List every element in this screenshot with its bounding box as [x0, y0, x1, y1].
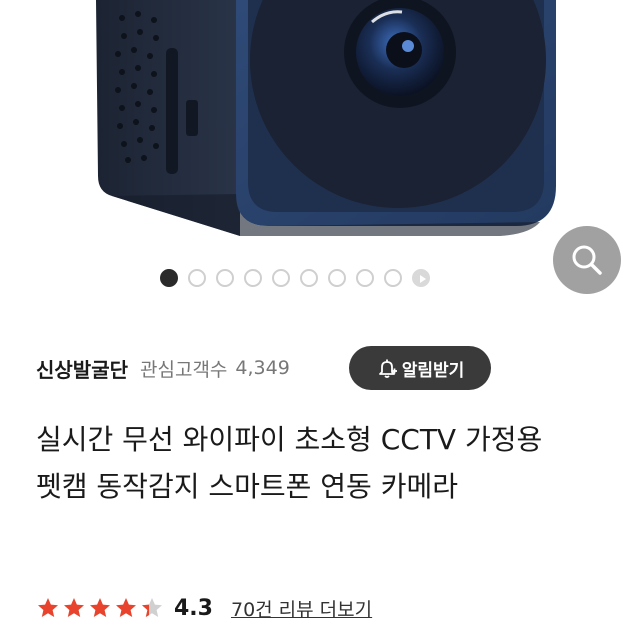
review-link[interactable]: 70건 리뷰 더보기 — [231, 595, 372, 622]
camera-illustration — [96, 0, 556, 236]
carousel-indicator — [160, 266, 430, 290]
carousel-dot[interactable] — [356, 269, 374, 287]
carousel-dot-video-play-icon[interactable] — [412, 269, 430, 287]
seller-name[interactable]: 신상발굴단 — [36, 354, 128, 383]
star-rating — [36, 596, 164, 620]
followers-label: 관심고객수 — [140, 358, 228, 381]
star-full-icon — [116, 598, 136, 617]
carousel-dot[interactable] — [216, 269, 234, 287]
rating-value: 4.3 — [174, 595, 213, 621]
rating-row: 4.3 70건 리뷰 더보기 — [36, 590, 372, 626]
carousel-dot[interactable] — [328, 269, 346, 287]
product-image[interactable] — [0, 0, 640, 296]
followers-count: 4,349 — [235, 357, 290, 379]
alert-subscribe-button[interactable]: 알림받기 — [349, 346, 491, 390]
star-full-icon — [64, 598, 84, 617]
star-full-icon — [90, 598, 110, 617]
star-partial-icon — [142, 598, 162, 617]
product-title: 실시간 무선 와이파이 초소형 CCTV 가정용 펫캠 동작감지 스마트폰 연동… — [36, 423, 543, 503]
search-icon — [572, 245, 602, 275]
zoom-button[interactable] — [553, 226, 621, 294]
alert-button-label: 알림받기 — [401, 360, 465, 381]
carousel-dot[interactable] — [188, 269, 206, 287]
carousel-dot[interactable] — [300, 269, 318, 287]
bell-plus-icon — [376, 357, 398, 379]
star-full-icon — [38, 598, 58, 617]
carousel-dot-active[interactable] — [160, 269, 178, 287]
seller-info: 신상발굴단 관심고객수 4,349 — [36, 346, 606, 390]
carousel-dot[interactable] — [384, 269, 402, 287]
carousel-dot[interactable] — [272, 269, 290, 287]
carousel-dot[interactable] — [244, 269, 262, 287]
